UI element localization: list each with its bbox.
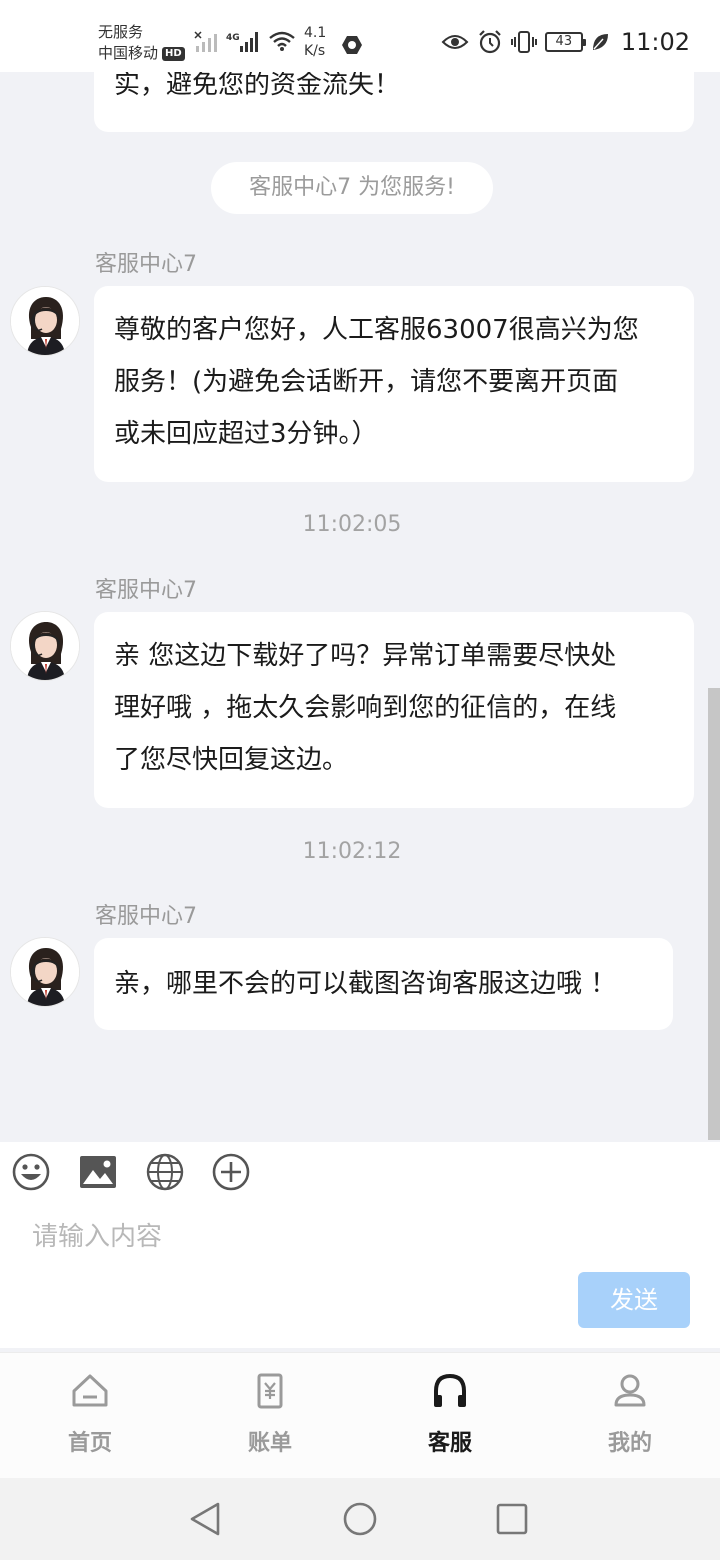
leaf-icon [592, 34, 608, 50]
tab-label: 首页 [67, 1431, 112, 1456]
agent-avatar [10, 937, 80, 1007]
carrier-line2: 中国移动 [98, 44, 159, 62]
plus-icon[interactable] [211, 1152, 251, 1192]
emoji-icon[interactable] [11, 1152, 51, 1192]
input-area: 请输入内容 发送 [0, 1142, 720, 1348]
globe-icon[interactable] [145, 1152, 185, 1192]
message-timestamp: 11:02:05 [302, 512, 402, 537]
carrier-line1: 无服务 [98, 23, 144, 41]
message-line: 尊敬的客户您好，人工客服63007很高兴为您 [114, 315, 639, 345]
tab-mine[interactable]: 我的 [540, 1353, 720, 1479]
sender-name: 客服中心7 [95, 904, 197, 929]
system-nav-bar [0, 1478, 720, 1560]
chat-area[interactable]: 实，避免您的资金流失！ 客服中心7 为您服务! 客服中心7 尊敬的客户您好，人工… [0, 0, 720, 1142]
bill-icon [257, 1373, 283, 1409]
message-timestamp: 11:02:12 [302, 839, 402, 864]
signal-icon [194, 31, 217, 52]
tab-label: 我的 [607, 1431, 652, 1456]
message-line: 亲，哪里不会的可以截图咨询客服这边哦 ！ [114, 969, 617, 999]
sender-name: 客服中心7 [95, 578, 197, 603]
agent-avatar [10, 611, 80, 681]
message-line: 或未回应超过3分钟。） [114, 419, 378, 449]
message-line: 亲 您这边下载好了吗？异常订单需要尽快处 [114, 641, 617, 671]
alarm-icon [479, 30, 501, 54]
headset-icon [434, 1373, 466, 1407]
vpn-icon [342, 36, 362, 54]
tab-label: 客服 [427, 1431, 472, 1456]
back-icon[interactable] [188, 1500, 224, 1538]
clock: 11:02 [620, 28, 690, 56]
eye-icon [441, 35, 469, 49]
message-line: 了您尽快回复这边。 [114, 745, 349, 775]
home-circle-icon[interactable] [342, 1500, 378, 1538]
message-input[interactable]: 请输入内容 [32, 1216, 162, 1253]
status-bar: 无服务 中国移动 HD 4G 4.1 K/s 43 11:02 [0, 0, 720, 72]
tab-service[interactable]: 客服 [360, 1353, 540, 1479]
network-speed: 4.1 K/s [304, 24, 326, 60]
send-button[interactable]: 发送 [578, 1272, 690, 1328]
message-line: 理好哦 ，拖太久会影响到您的征信的，在线 [114, 693, 617, 723]
vibrate-icon [510, 31, 537, 53]
svg-text:4G: 4G [226, 33, 240, 43]
system-message: 客服中心7 为您服务! [211, 162, 493, 214]
tab-home[interactable]: 首页 [0, 1353, 180, 1479]
speed-unit: K/s [304, 43, 326, 59]
hd-badge: HD [162, 46, 185, 61]
bottom-tab-bar: 首页 账单 客服 我的 [0, 1352, 720, 1478]
signal-4g-icon: 4G [226, 32, 258, 52]
scrollbar[interactable] [708, 688, 720, 1140]
message-bubble: 亲 您这边下载好了吗？异常订单需要尽快处 理好哦 ，拖太久会影响到您的征信的，在… [94, 612, 694, 808]
user-icon [614, 1374, 646, 1407]
battery-icon: 43 [544, 32, 586, 52]
recents-icon[interactable] [494, 1500, 530, 1538]
sender-name: 客服中心7 [95, 252, 197, 277]
carrier-info: 无服务 中国移动 HD [98, 22, 185, 64]
tab-label: 账单 [247, 1431, 292, 1456]
speed-value: 4.1 [304, 25, 327, 41]
status-icons: 43 11:02 [441, 28, 690, 56]
message-text: 实，避免您的资金流失！ [114, 70, 401, 100]
image-icon[interactable] [78, 1152, 118, 1192]
home-icon [72, 1374, 108, 1407]
tab-bill[interactable]: 账单 [180, 1353, 360, 1479]
message-line: 服务！(为避免会话断开，请您不要离开页面 [114, 367, 619, 397]
message-bubble: 亲，哪里不会的可以截图咨询客服这边哦 ！ [94, 938, 673, 1030]
wifi-icon [269, 31, 295, 51]
message-bubble: 尊敬的客户您好，人工客服63007很高兴为您 服务！(为避免会话断开，请您不要离… [94, 286, 694, 482]
agent-avatar [10, 286, 80, 356]
